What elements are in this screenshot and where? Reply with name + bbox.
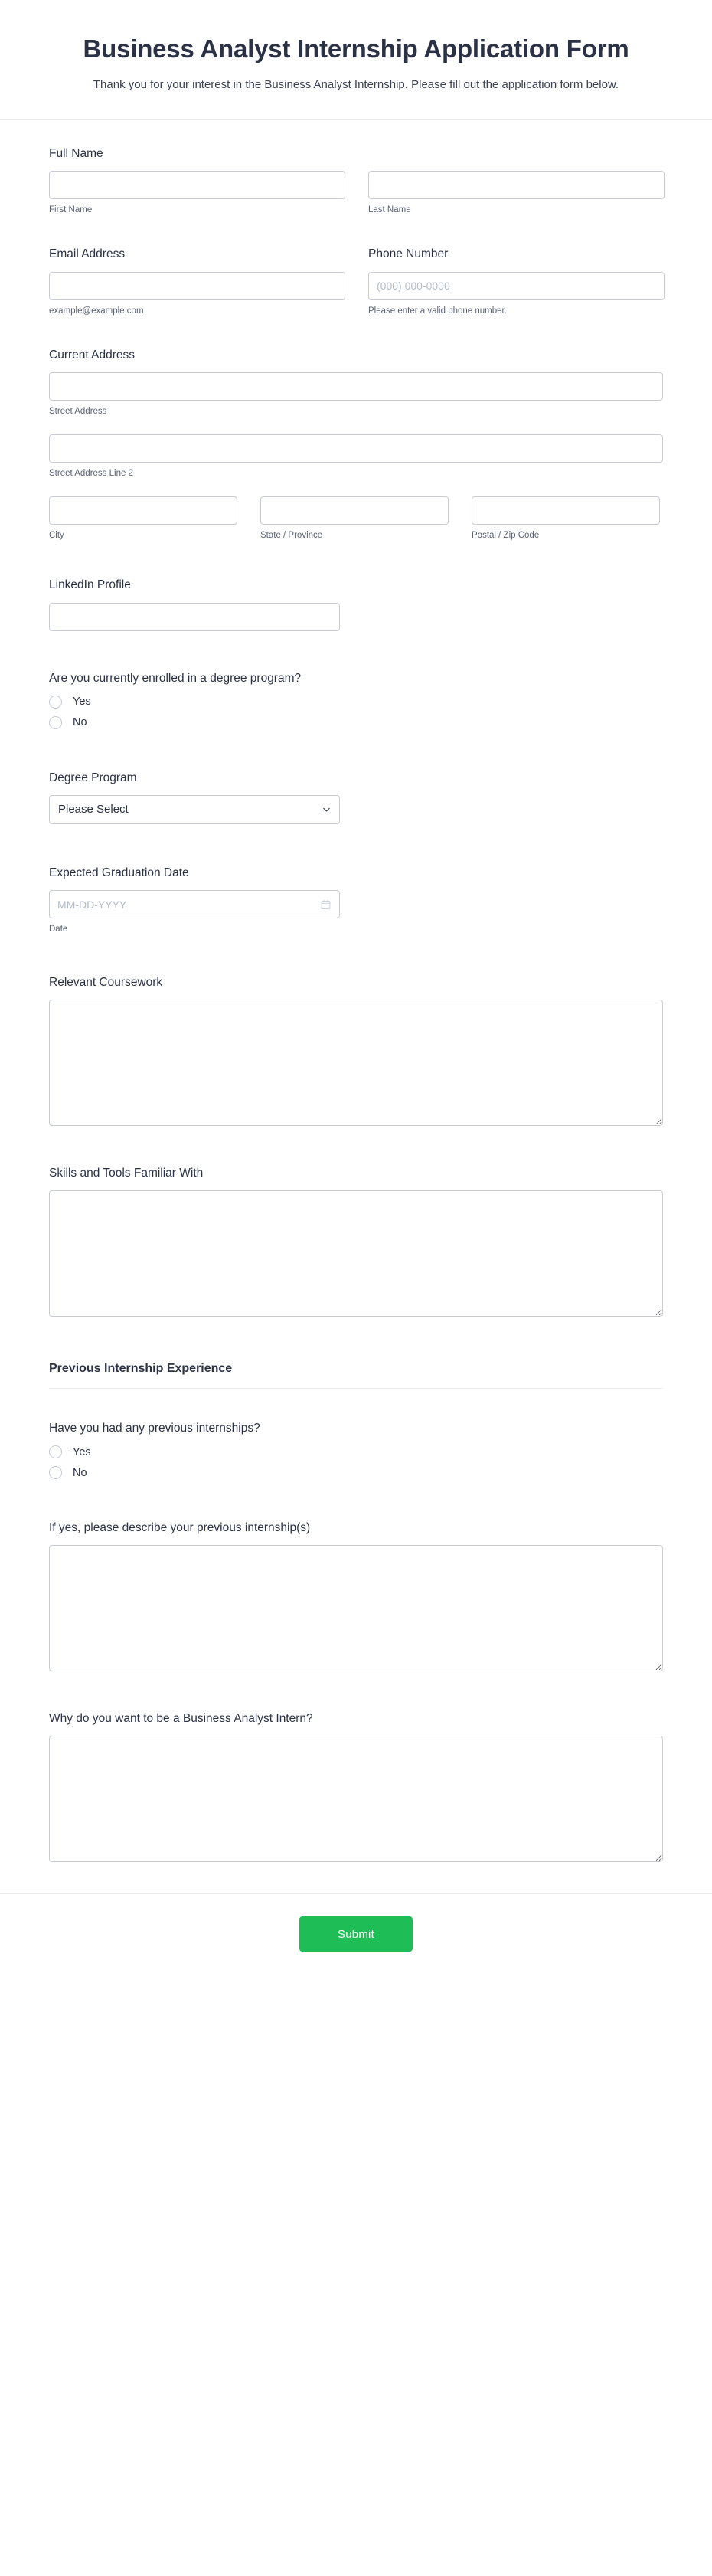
street-address-2-input[interactable] [49,434,663,463]
had-internships-option-yes-label: Yes [73,1445,91,1458]
field-graduation-date: Expected Graduation Date Date [49,866,663,935]
skills-label: Skills and Tools Familiar With [49,1167,204,1180]
skills-textarea[interactable] [49,1190,663,1317]
degree-program-select-wrap: Please Select [49,794,340,824]
email-sublabel: example@example.com [49,306,144,316]
street-address-group: Street Address [49,372,663,417]
full-name-label: Full Name [49,147,103,161]
city-state-zip-row: City State / Province Postal / Zip Code [49,496,663,542]
degree-program-select[interactable]: Please Select [49,794,340,824]
email-field[interactable] [49,271,345,300]
graduation-date-sublabel: Date [49,925,68,934]
field-degree-program: Degree Program Please Select [49,771,663,824]
street-address-2-sublabel: Street Address Line 2 [49,468,133,478]
enrolled-option-yes[interactable]: Yes [49,695,663,709]
submit-button[interactable]: Submit [299,1916,413,1952]
section-divider [49,1388,663,1389]
page-title: Business Analyst Internship Application … [83,34,629,63]
describe-internships-textarea[interactable] [49,1545,663,1672]
had-internships-option-no-label: No [73,1466,87,1479]
linkedin-input-wrap [49,602,340,631]
had-internships-option-no[interactable]: No [49,1466,663,1480]
degree-program-label: Degree Program [49,771,137,784]
graduation-date-input[interactable] [49,890,340,919]
enrolled-label: Are you currently enrolled in a degree p… [49,671,302,685]
last-name-input[interactable] [368,171,665,200]
graduation-date-label: Expected Graduation Date [49,866,189,879]
phone-sublabel: Please enter a valid phone number. [368,306,507,316]
form-body: Full Name First Name Last Name Email Add… [0,120,712,1863]
email-phone-row: Email Address example@example.com Phone … [49,247,665,316]
street-address-2-group: Street Address Line 2 [49,434,663,480]
field-skills: Skills and Tools Familiar With [49,1166,663,1317]
form-header: Business Analyst Internship Application … [0,0,712,119]
why-intern-label: Why do you want to be a Business Analyst… [49,1712,313,1726]
why-intern-textarea[interactable] [49,1736,663,1863]
address-label: Current Address [49,348,135,362]
email-label: Email Address [49,247,126,261]
state-group: State / Province [260,496,449,542]
city-input[interactable] [49,496,237,525]
describe-internships-label: If yes, please describe your previous in… [49,1521,311,1535]
enrolled-radio-group: Yes No [49,695,663,729]
street-address-sublabel: Street Address [49,406,107,416]
last-name-group: Last Name [368,171,665,216]
had-internships-label: Have you had any previous internships? [49,1422,260,1435]
application-form-page: Business Analyst Internship Application … [0,0,712,2576]
enrolled-option-no-label: No [73,716,87,729]
postal-group: Postal / Zip Code [472,496,660,542]
postal-sublabel: Postal / Zip Code [472,530,540,540]
first-name-group: First Name [49,171,345,216]
first-name-input[interactable] [49,171,345,200]
field-full-name: Full Name First Name Last Name [49,146,665,216]
radio-circle-icon[interactable] [49,1466,62,1480]
graduation-date-wrap [49,890,340,919]
field-email-phone: Email Address example@example.com Phone … [49,247,665,316]
had-internships-option-yes[interactable]: Yes [49,1445,663,1459]
enrolled-option-no[interactable]: No [49,715,663,729]
street-address-input[interactable] [49,372,663,401]
degree-program-selected-value: Please Select [58,803,129,817]
radio-circle-icon[interactable] [49,1445,62,1459]
section-title-previous-internship: Previous Internship Experience [49,1362,233,1376]
state-province-input[interactable] [260,496,449,525]
full-name-row: First Name Last Name [49,171,665,216]
phone-field[interactable] [368,271,665,300]
coursework-label: Relevant Coursework [49,975,163,989]
field-had-internships: Have you had any previous internships? Y… [49,1421,663,1480]
first-name-sublabel: First Name [49,205,93,215]
field-linkedin: LinkedIn Profile [49,578,663,631]
field-why-intern: Why do you want to be a Business Analyst… [49,1711,663,1863]
form-subtitle: Thank you for your interest in the Busin… [93,77,619,91]
city-sublabel: City [49,530,64,540]
field-coursework: Relevant Coursework [49,975,663,1127]
coursework-textarea[interactable] [49,1000,663,1127]
postal-code-input[interactable] [472,496,660,525]
linkedin-label: LinkedIn Profile [49,578,131,592]
last-name-sublabel: Last Name [368,205,411,215]
field-current-address: Current Address Street Address Street Ad… [49,348,663,542]
state-sublabel: State / Province [260,530,323,540]
field-enrolled: Are you currently enrolled in a degree p… [49,671,663,729]
enrolled-option-yes-label: Yes [73,696,91,709]
phone-label: Phone Number [368,247,449,261]
linkedin-input[interactable] [49,602,340,631]
submit-area: Submit [0,1894,712,1984]
phone-group: Phone Number Please enter a valid phone … [368,247,665,316]
radio-circle-icon[interactable] [49,715,62,729]
section-previous-internship: Previous Internship Experience [49,1361,663,1389]
radio-circle-icon[interactable] [49,695,62,709]
email-group: Email Address example@example.com [49,247,345,316]
city-group: City [49,496,237,542]
had-internships-radio-group: Yes No [49,1445,663,1480]
field-describe-internships: If yes, please describe your previous in… [49,1520,663,1672]
